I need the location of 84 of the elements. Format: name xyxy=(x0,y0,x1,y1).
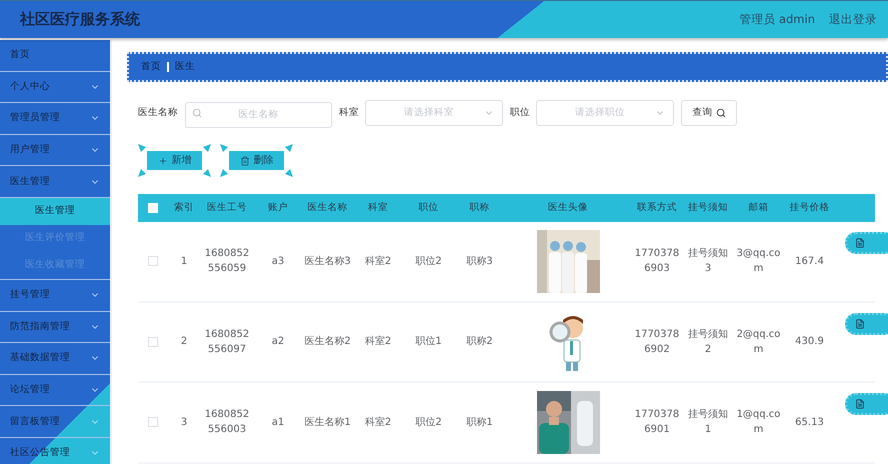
sidebar-item[interactable]: 个人中心 xyxy=(0,72,110,104)
column-header: 挂号须知 xyxy=(688,200,728,215)
column-header: 联系方式 xyxy=(637,200,677,215)
select-field[interactable]: 请选择科室 xyxy=(365,100,503,126)
column-header: 邮箱 xyxy=(748,200,768,215)
search-icon xyxy=(192,108,202,118)
table-cell-text: 2 xyxy=(180,335,188,350)
search-button[interactable]: 查询 xyxy=(681,100,737,126)
sidebar-item[interactable]: 挂号管理 xyxy=(0,280,110,312)
row-checkbox[interactable] xyxy=(148,256,158,266)
table-cell-text: a3 xyxy=(272,254,284,269)
table-cell-text: 职位2 xyxy=(415,254,442,269)
table-cell-text: 2@qq.com xyxy=(736,328,782,357)
breadcrumb-link[interactable]: 医生 xyxy=(175,60,195,74)
document-icon xyxy=(855,399,865,409)
table-cell-text: a2 xyxy=(272,335,284,350)
delete-button[interactable]: 删除 xyxy=(220,144,293,177)
select-all-checkbox[interactable] xyxy=(148,203,158,213)
table-cell-text: 医生名称1 xyxy=(304,416,351,430)
column-header: 医生工号 xyxy=(207,200,247,215)
table-cell-text: 科室2 xyxy=(364,416,392,430)
table-cell-text: 1@qq.com xyxy=(736,408,782,438)
table-cell-text: 3 xyxy=(180,416,188,430)
sidebar-item[interactable]: 管理员管理 xyxy=(0,103,110,135)
column-header: 挂号价格 xyxy=(790,200,830,215)
document-icon xyxy=(855,318,865,328)
column-header: 职位 xyxy=(418,200,438,215)
filter-label: 医生名称 xyxy=(138,106,178,120)
user-label: 管理员 admin xyxy=(739,10,815,28)
table-cell-text: 医生名称2 xyxy=(304,334,351,350)
column-header: 职称 xyxy=(470,200,490,215)
sidebar-item[interactable]: 论坛管理 xyxy=(0,374,110,406)
table-cell-text: 医生名称3 xyxy=(304,254,351,269)
table-cell-text: 1680852556003 xyxy=(204,408,250,438)
document-icon xyxy=(855,238,865,248)
table-cell-text: 1680852556059 xyxy=(204,247,250,276)
table-cell-text: 17703786902 xyxy=(634,328,680,357)
column-header: 科室 xyxy=(368,200,388,215)
column-header: 医生名称 xyxy=(308,200,348,215)
table-cell-text: 职称3 xyxy=(466,254,493,269)
column-header: 索引 xyxy=(174,200,194,215)
app-title: 社区医疗服务系统 xyxy=(20,9,140,30)
sidebar-item[interactable]: 基础数据管理 xyxy=(0,343,110,375)
logout-link[interactable]: 退出登录 xyxy=(829,10,877,28)
column-header: 账户 xyxy=(268,200,288,215)
table-cell-text: 1680852556097 xyxy=(204,328,250,357)
search-icon xyxy=(716,108,726,118)
table-cell-text: 167.4 xyxy=(795,254,824,269)
table-cell-text: 挂号须知2 xyxy=(687,328,729,357)
table-cell-text: 17703786901 xyxy=(634,408,680,438)
filter-label: 职位 xyxy=(510,106,530,120)
select-field[interactable]: 请选择职位 xyxy=(536,100,674,126)
filter-label: 科室 xyxy=(339,106,359,120)
sidebar-item[interactable]: 首页 xyxy=(0,40,110,72)
table-cell-text: a1 xyxy=(272,416,284,430)
search-field[interactable]: 医生名称 xyxy=(185,102,332,128)
sidebar-item[interactable]: 留言板管理 xyxy=(0,406,110,438)
table-cell-text: 科室2 xyxy=(364,254,392,269)
plus-icon xyxy=(158,156,168,166)
table-cell-text: 职位1 xyxy=(415,335,442,350)
table-cell-text: 挂号须知3 xyxy=(687,246,729,276)
table-cell-text: 科室2 xyxy=(364,334,392,350)
table-cell-text: 职称1 xyxy=(466,416,493,430)
table-cell-text: 17703786903 xyxy=(634,247,680,276)
sidebar-item[interactable]: 防范指南管理 xyxy=(0,312,110,344)
row-checkbox[interactable] xyxy=(148,417,158,428)
column-header: 医生头像 xyxy=(548,200,588,215)
detail-button[interactable] xyxy=(845,312,888,334)
breadcrumb-link[interactable]: 首页 xyxy=(141,60,161,74)
row-checkbox[interactable] xyxy=(148,336,158,347)
table-cell-text: 430.9 xyxy=(795,335,824,350)
table-cell-text: 3@qq.com xyxy=(736,247,782,276)
submenu-item[interactable]: 医生管理 xyxy=(0,198,110,225)
table-cell-text: 挂号须知1 xyxy=(687,408,729,438)
table-cell-text: 65.13 xyxy=(795,416,824,430)
trash-icon xyxy=(240,156,250,166)
sidebar-item[interactable]: 用户管理 xyxy=(0,134,110,166)
detail-button[interactable] xyxy=(845,393,888,415)
table-cell-text: 职称2 xyxy=(466,335,493,350)
table-cell-text: 1 xyxy=(180,254,188,269)
detail-button[interactable] xyxy=(845,232,888,254)
table-cell-text: 职位2 xyxy=(415,416,442,430)
add-button[interactable]: 新增 xyxy=(138,144,211,177)
sidebar-item[interactable]: 社区公告管理 xyxy=(0,438,110,464)
